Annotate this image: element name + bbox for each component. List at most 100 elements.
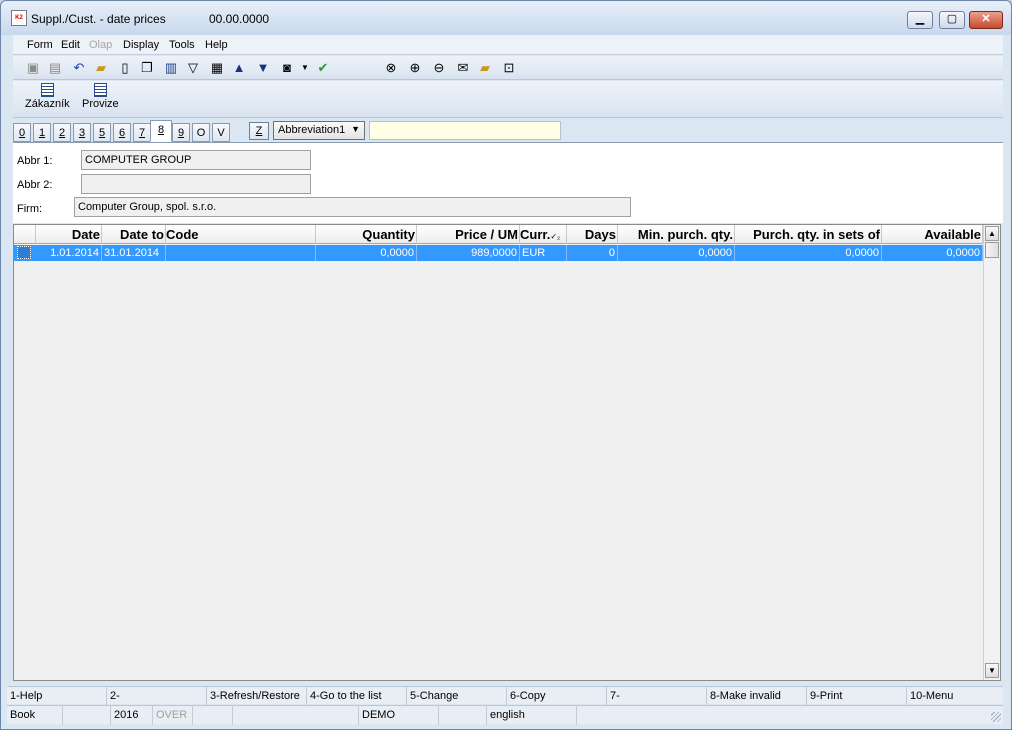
fkey-10[interactable]: 10-Menu [907, 687, 1003, 705]
table-row[interactable]: 1.01.2014 31.01.2014 0,0000 989,0000 EUR… [14, 245, 984, 261]
save-icon[interactable]: ▣ [25, 60, 41, 76]
search-input[interactable] [369, 121, 561, 140]
tab-v[interactable]: V [212, 123, 230, 142]
resize-grip-icon[interactable] [991, 712, 1001, 722]
cell-price: 989,0000 [417, 245, 520, 261]
attachment-icon[interactable]: ⊡ [501, 60, 517, 76]
tab-5[interactable]: 5 [93, 123, 111, 142]
window-date: 00.00.0000 [209, 12, 270, 26]
close-button[interactable]: ✕ [969, 11, 1003, 29]
scroll-down-button[interactable]: ▼ [985, 663, 999, 678]
vertical-scrollbar[interactable]: ▲ ▼ [983, 225, 1000, 680]
check-run-icon[interactable]: ✔ [315, 60, 331, 76]
tab-6[interactable]: 6 [113, 123, 131, 142]
fkey-5[interactable]: 5-Change [407, 687, 507, 705]
fkey-1[interactable]: 1-Help [7, 687, 107, 705]
tab-7[interactable]: 7 [133, 123, 151, 142]
filter-list-icon[interactable]: ▦ [209, 60, 225, 76]
column-header-quantity[interactable]: Quantity [316, 225, 417, 244]
fkey-2[interactable]: 2- [107, 687, 207, 705]
status-mode: OVER [153, 706, 193, 725]
menu-help[interactable]: Help [205, 39, 228, 51]
camera-icon[interactable]: ◙ [279, 60, 295, 76]
save-all-icon[interactable]: ▤ [47, 60, 63, 76]
binoculars-next-icon[interactable]: ⊕ [407, 60, 423, 76]
tab-3[interactable]: 3 [73, 123, 91, 142]
chevron-down-icon: ▼ [351, 124, 360, 134]
mail-icon[interactable]: ✉ [455, 60, 471, 76]
firm-field[interactable]: Computer Group, spol. s.r.o. [74, 197, 631, 217]
cell-sets-of: 0,0000 [735, 245, 882, 261]
customer-button[interactable]: Zákazník [25, 83, 70, 110]
maximize-icon: ▢ [946, 13, 958, 25]
cell-quantity: 0,0000 [316, 245, 417, 261]
maximize-button[interactable]: ▢ [939, 11, 965, 29]
binoculars-icon[interactable]: ⊗ [383, 60, 399, 76]
fkey-9[interactable]: 9-Print [807, 687, 907, 705]
z-button[interactable]: Z [249, 122, 269, 140]
dropdown-arrow-icon[interactable]: ▼ [297, 60, 313, 76]
open-folder-icon[interactable]: ▰ [93, 60, 109, 76]
sort-select[interactable]: Abbreviation1 ▼ [273, 121, 365, 140]
fkey-7[interactable]: 7- [607, 687, 707, 705]
customer-button-label: Zákazník [25, 98, 70, 110]
new-document-icon[interactable]: ▯ [117, 60, 133, 76]
tab-o[interactable]: O [192, 123, 210, 142]
column-header-available[interactable]: Available [882, 225, 983, 244]
status-empty-3 [233, 706, 359, 725]
status-language: english [487, 706, 577, 725]
abbr2-field[interactable] [81, 174, 311, 194]
tab-9[interactable]: 9 [172, 123, 190, 142]
arrow-up-icon[interactable]: ▲ [231, 60, 247, 76]
column-header-code[interactable]: Code [166, 225, 316, 244]
row-selector[interactable] [17, 246, 31, 259]
column-header-currency-label: Curr. [520, 227, 551, 242]
function-keys-bar: 1-Help 2- 3-Refresh/Restore 4-Go to the … [7, 686, 1003, 705]
fkey-6[interactable]: 6-Copy [507, 687, 607, 705]
cell-code [166, 245, 316, 261]
cell-available: 0,0000 [882, 245, 983, 261]
column-header-date-to[interactable]: Date to [102, 225, 166, 244]
tab-1[interactable]: 1 [33, 123, 51, 142]
filter-icon[interactable]: ▽ [185, 60, 201, 76]
column-header-min-qty[interactable]: Min. purch. qty. [618, 225, 735, 244]
scroll-up-button[interactable]: ▲ [985, 226, 999, 241]
app-icon: K2 [11, 10, 27, 26]
fkey-3[interactable]: 3-Refresh/Restore [207, 687, 307, 705]
abbr1-field[interactable]: COMPUTER GROUP [81, 150, 311, 170]
column-header-sets-of[interactable]: Purch. qty. in sets of [735, 225, 882, 244]
status-database: DEMO [359, 706, 439, 725]
column-header-currency[interactable]: Curr.✓₂ [520, 225, 567, 244]
menu-form[interactable]: Form [27, 39, 53, 51]
undo-icon[interactable]: ↶ [71, 60, 87, 76]
menu-edit[interactable]: Edit [61, 39, 80, 51]
app-window: K2 Suppl./Cust. - date prices 00.00.0000… [0, 0, 1012, 730]
scroll-thumb[interactable] [985, 242, 999, 258]
commission-button[interactable]: Provize [82, 83, 119, 110]
minimize-button[interactable]: ▁ [907, 11, 933, 29]
menu-olap: Olap [89, 39, 113, 51]
folder-edit-icon[interactable]: ▰ [477, 60, 493, 76]
status-empty-4 [439, 706, 487, 725]
menu-tools[interactable]: Tools [169, 39, 195, 51]
tab-0[interactable]: 0 [13, 123, 31, 142]
fkey-8[interactable]: 8-Make invalid [707, 687, 807, 705]
column-header-price[interactable]: Price / UM [417, 225, 520, 244]
tab-2[interactable]: 2 [53, 123, 71, 142]
status-year: 2016 [111, 706, 153, 725]
document-icon [40, 83, 54, 97]
prices-table: Date Date to Code Quantity Price / UM Cu… [13, 224, 1001, 681]
tab-8[interactable]: 8 [150, 120, 172, 142]
chevron-up-icon: ▲ [988, 229, 996, 238]
fkey-4[interactable]: 4-Go to the list [307, 687, 407, 705]
binoculars-prev-icon[interactable]: ⊖ [431, 60, 447, 76]
column-header-date[interactable]: Date [36, 225, 102, 244]
cell-date: 1.01.2014 [36, 245, 102, 261]
cell-date-to: 31.01.2014 [102, 245, 166, 261]
column-header-days[interactable]: Days [567, 225, 618, 244]
menu-display[interactable]: Display [123, 39, 159, 51]
arrow-down-icon[interactable]: ▼ [255, 60, 271, 76]
copy-icon[interactable]: ❐ [139, 60, 155, 76]
window-title: Suppl./Cust. - date prices [31, 12, 166, 26]
book-icon[interactable]: ▥ [163, 60, 179, 76]
